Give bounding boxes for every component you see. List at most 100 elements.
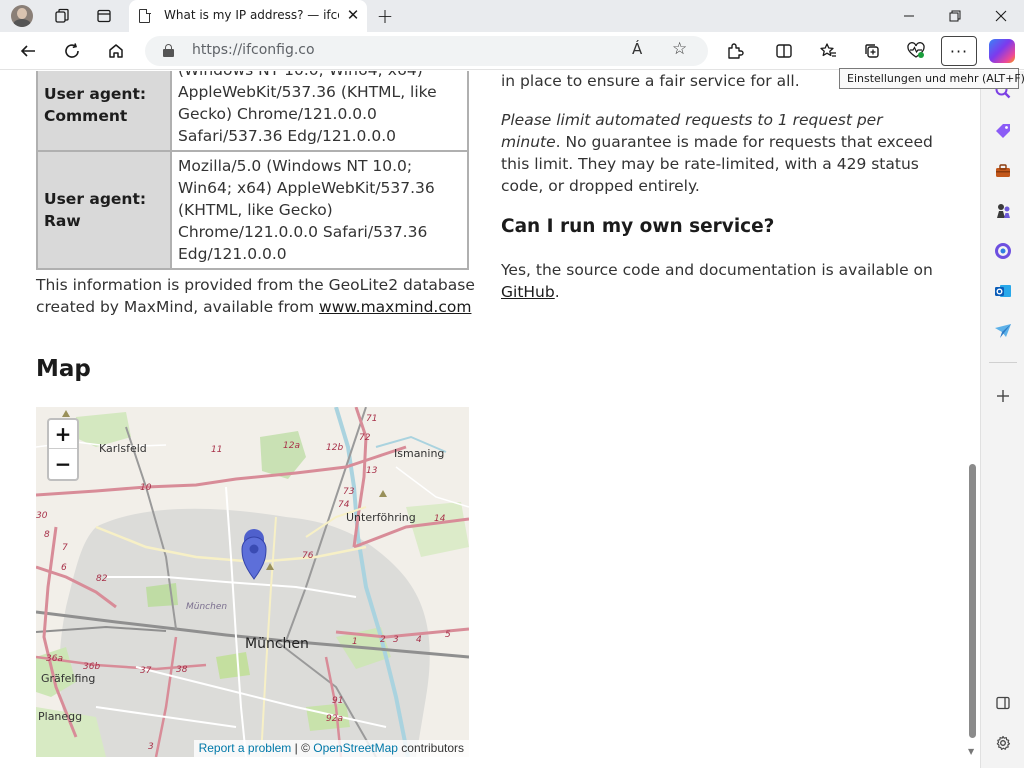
read-aloud-icon[interactable]: Á — [632, 40, 642, 58]
road-number: 13 — [366, 466, 378, 476]
settings-and-more-button[interactable]: ··· — [941, 36, 977, 66]
row-label: User agent: Comment — [36, 71, 172, 152]
new-tab-button[interactable]: + — [373, 4, 397, 28]
browser-essentials-icon[interactable] — [902, 37, 930, 65]
geolite-notice: This information is provided from the Ge… — [36, 274, 476, 318]
outlook-icon[interactable] — [993, 281, 1013, 301]
openstreetmap-link[interactable]: OpenStreetMap — [313, 741, 398, 755]
road-number: 6 — [61, 563, 67, 573]
rate-limit-paragraph: Please limit automated requests to 1 req… — [501, 109, 941, 197]
refresh-button[interactable] — [58, 37, 86, 65]
minimize-button[interactable] — [886, 0, 932, 32]
road-number: 74 — [338, 500, 350, 510]
map-label-muenchen-small: München — [186, 602, 227, 612]
road-number: 30 — [36, 511, 48, 521]
map-label-planegg: Planegg — [38, 710, 82, 723]
scroll-down-arrow[interactable]: ▼ — [968, 747, 974, 756]
microsoft365-icon[interactable] — [993, 241, 1013, 261]
sidebar-settings-icon[interactable] — [993, 733, 1013, 753]
row-value: (Windows NT 10.0; Win64; x64) AppleWebKi… — [170, 71, 469, 152]
page-scrollbar[interactable]: ▼ — [966, 71, 980, 768]
answer-text: Yes, the source code and documentation i… — [501, 261, 933, 279]
zoom-in-button[interactable]: + — [49, 420, 77, 449]
favorite-star-icon[interactable]: ☆ — [672, 39, 687, 59]
road-number: 2 — [380, 635, 386, 645]
games-icon[interactable] — [993, 201, 1013, 221]
zoom-out-button[interactable]: − — [49, 449, 77, 478]
road-number: 91 — [332, 696, 343, 706]
workspaces-icon[interactable] — [51, 5, 73, 27]
road-number: 11 — [211, 445, 222, 455]
back-button[interactable] — [14, 37, 42, 65]
own-service-heading: Can I run my own service? — [501, 216, 775, 237]
copilot-icon[interactable] — [989, 39, 1015, 63]
map-attribution: Report a problem | © OpenStreetMap contr… — [193, 740, 469, 757]
road-number: 7 — [62, 543, 68, 553]
home-button[interactable] — [102, 37, 130, 65]
address-bar[interactable]: https://ifconfig.co Á ☆ — [145, 36, 708, 66]
close-tab-icon[interactable]: ✕ — [344, 6, 362, 24]
road-number: 12a — [283, 441, 300, 451]
scrollbar-thumb[interactable] — [969, 464, 976, 738]
road-number: 82 — [96, 574, 108, 584]
tab-ifconfig[interactable]: What is my IP address? — ifconfig.co ✕ — [129, 0, 367, 32]
road-number: 4 — [416, 635, 422, 645]
edge-sidebar — [980, 71, 1024, 768]
table-row: User agent: Raw Mozilla/5.0 (Windows NT … — [36, 150, 469, 270]
fair-use-text: in place to ensure a fair service for al… — [501, 72, 800, 90]
rate-limit-text: . No guarantee is made for requests that… — [501, 133, 933, 195]
road-number: 12b — [326, 443, 343, 453]
map-label-ismaning: Ismaning — [394, 447, 444, 460]
shopping-icon[interactable] — [993, 121, 1013, 141]
map-label-graefelfing: Gräfelfing — [41, 672, 95, 685]
road-number: 92a — [326, 714, 343, 724]
title-bar: What is my IP address? — ifconfig.co ✕ + — [0, 0, 1024, 32]
restore-button[interactable] — [932, 0, 978, 32]
sidebar-separator — [989, 362, 1017, 363]
map-tiles[interactable]: Karlsfeld Ismaning Unterföhring Gräfelfi… — [36, 407, 469, 757]
map-label-karlsfeld: Karlsfeld — [99, 442, 147, 455]
road-number: 3 — [393, 635, 399, 645]
road-number: 36a — [46, 654, 63, 664]
road-number: 73 — [343, 487, 355, 497]
table-row: User agent: Comment (Windows NT 10.0; Wi… — [36, 71, 469, 152]
report-problem-link[interactable]: Report a problem — [199, 741, 292, 755]
map-heading: Map — [36, 356, 91, 382]
collections-icon[interactable] — [858, 37, 886, 65]
road-number: 1 — [352, 637, 358, 647]
map-label-unterfoehring: Unterföhring — [346, 511, 416, 524]
tab-actions-icon[interactable] — [93, 5, 115, 27]
info-table: User agent: Comment (Windows NT 10.0; Wi… — [36, 71, 469, 270]
page-content: User agent: Comment (Windows NT 10.0; Wi… — [0, 71, 966, 768]
split-screen-icon[interactable] — [770, 37, 798, 65]
own-service-answer: Yes, the source code and documentation i… — [501, 259, 941, 303]
settings-tooltip: Einstellungen und mehr (ALT+F) — [839, 68, 1024, 89]
profile-avatar[interactable] — [11, 5, 33, 27]
attribution-contributors: contributors — [397, 741, 464, 755]
road-number: 71 — [366, 414, 377, 424]
road-number: 72 — [359, 433, 371, 443]
road-number: 36b — [83, 662, 100, 672]
extensions-icon[interactable] — [721, 37, 749, 65]
road-number: 5 — [445, 630, 451, 640]
hide-sidebar-icon[interactable] — [993, 693, 1013, 713]
road-number: 10 — [140, 483, 152, 493]
close-window-button[interactable] — [978, 0, 1024, 32]
map-widget[interactable]: Karlsfeld Ismaning Unterföhring Gräfelfi… — [36, 407, 469, 757]
favorites-icon[interactable] — [814, 37, 842, 65]
page-icon — [139, 8, 151, 23]
row-label: User agent: Raw — [36, 150, 172, 270]
tools-icon[interactable] — [993, 161, 1013, 181]
maxmind-link[interactable]: www.maxmind.com — [319, 298, 471, 316]
road-number: 3 — [148, 742, 154, 752]
road-number: 37 — [140, 666, 152, 676]
answer-end: . — [554, 283, 560, 301]
lock-icon[interactable] — [163, 44, 174, 57]
add-icon[interactable] — [993, 386, 1013, 406]
map-zoom-control: + − — [47, 418, 79, 481]
road-number: 14 — [434, 514, 446, 524]
drop-icon[interactable] — [993, 321, 1013, 341]
road-number: 38 — [176, 665, 188, 675]
github-link[interactable]: GitHub — [501, 283, 555, 301]
url-text[interactable]: https://ifconfig.co — [192, 42, 315, 58]
